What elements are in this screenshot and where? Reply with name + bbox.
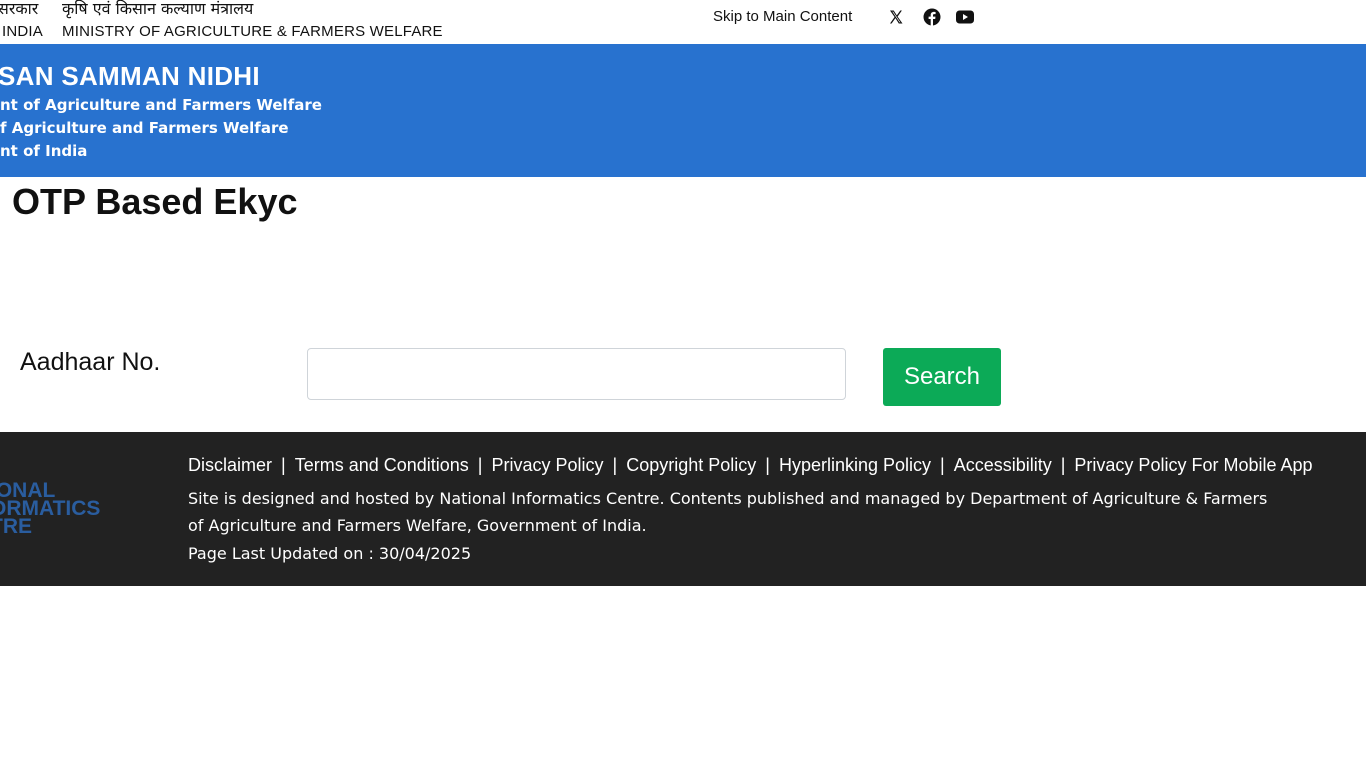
hyperlinking-policy-link[interactable]: Hyperlinking Policy [779, 455, 931, 475]
search-button[interactable]: Search [883, 348, 1001, 406]
disclaimer-link[interactable]: Disclaimer [188, 455, 272, 475]
site-header: SAN SAMMAN NIDHI nt of Agriculture and F… [0, 44, 1366, 177]
ministry-hindi-text: कृषि एवं किसान कल्याण मंत्रालय [62, 0, 254, 18]
site-footer: IONAL ORMATICS TRE Disclaimer|Terms and … [0, 432, 1366, 586]
nic-logo: IONAL ORMATICS TRE [0, 480, 122, 542]
footer-credit-line-2: of Agriculture and Farmers Welfare, Gove… [188, 516, 647, 535]
privacy-policy-mobile-app-link[interactable]: Privacy Policy For Mobile App [1074, 455, 1312, 475]
last-updated-text: Page Last Updated on : 30/04/2025 [188, 544, 472, 563]
ministry-english-text: MINISTRY OF AGRICULTURE & FARMERS WELFAR… [62, 23, 443, 40]
department-line: nt of Agriculture and Farmers Welfare [0, 96, 322, 114]
facebook-icon[interactable] [923, 8, 941, 26]
footer-credit-line-1: Site is designed and hosted by National … [188, 489, 1268, 508]
footer-links: Disclaimer | Terms and Conditions | Privacy … [188, 455, 1313, 475]
terms-and-conditions-link[interactable]: Terms and Conditions [295, 455, 469, 475]
aadhaar-label: Aadhaar No. [20, 348, 161, 376]
government-line: nt of India [0, 142, 88, 160]
gov-english-text: INDIA [2, 23, 44, 40]
site-title: SAN SAMMAN NIDHI [0, 61, 260, 91]
nic-logo-line: TRE [0, 515, 32, 538]
x-icon[interactable] [887, 8, 905, 26]
ministry-line: f Agriculture and Farmers Welfare [0, 119, 289, 137]
copyright-policy-link[interactable]: Copyright Policy [626, 455, 756, 475]
page-title: OTP Based Ekyc [12, 181, 298, 222]
privacy-policy-link[interactable]: Privacy Policy [491, 455, 603, 475]
government-strip: सरकार कृषि एवं किसान कल्याण मंत्रालय IND… [0, 0, 1366, 44]
youtube-icon[interactable] [956, 8, 974, 26]
accessibility-link[interactable]: Accessibility [954, 455, 1052, 475]
aadhaar-input[interactable] [307, 348, 846, 400]
gov-hindi-text: सरकार [0, 0, 39, 18]
skip-to-main-content-link[interactable]: Skip to Main Content [713, 8, 852, 25]
